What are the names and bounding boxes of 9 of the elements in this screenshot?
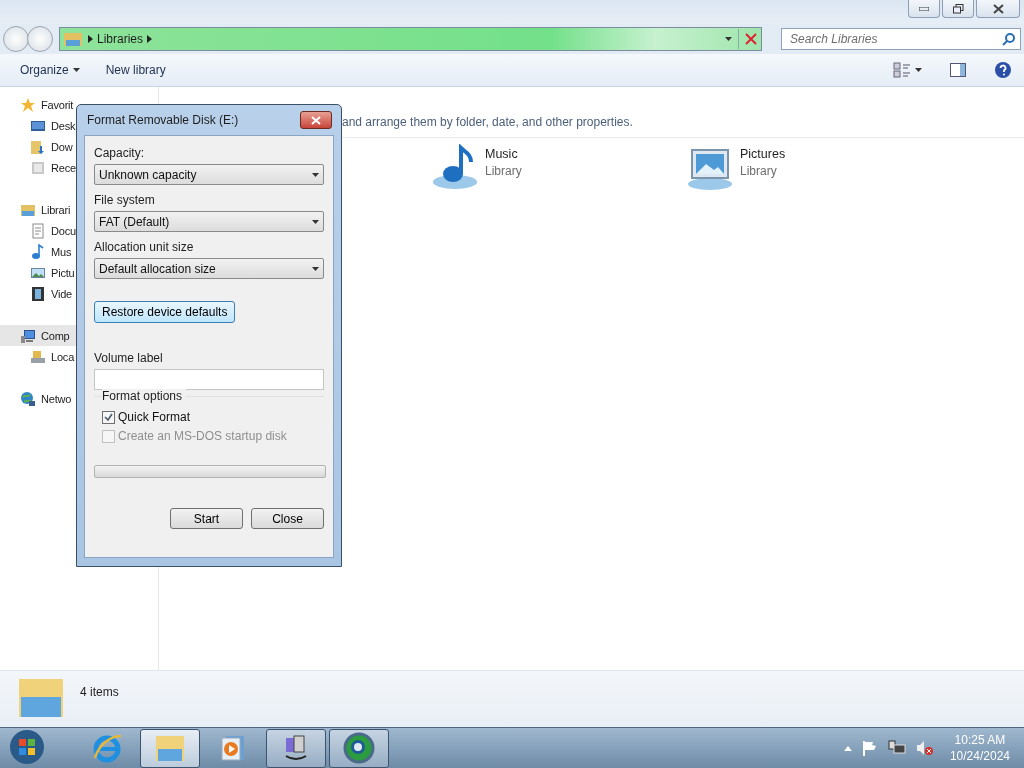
library-type: Library	[740, 164, 778, 178]
field-label: File system	[94, 193, 156, 207]
item-count: 4 items	[80, 685, 119, 700]
field-label: Allocation unit size	[94, 240, 195, 254]
field-label: Volume label	[94, 351, 164, 365]
dialog-title: Format Removable Disk (E:)	[87, 113, 239, 127]
library-type: Library	[485, 164, 522, 178]
library-description: and arrange them by folder, date, and other properties.	[342, 115, 633, 129]
field-label: Capacity:	[94, 146, 146, 160]
